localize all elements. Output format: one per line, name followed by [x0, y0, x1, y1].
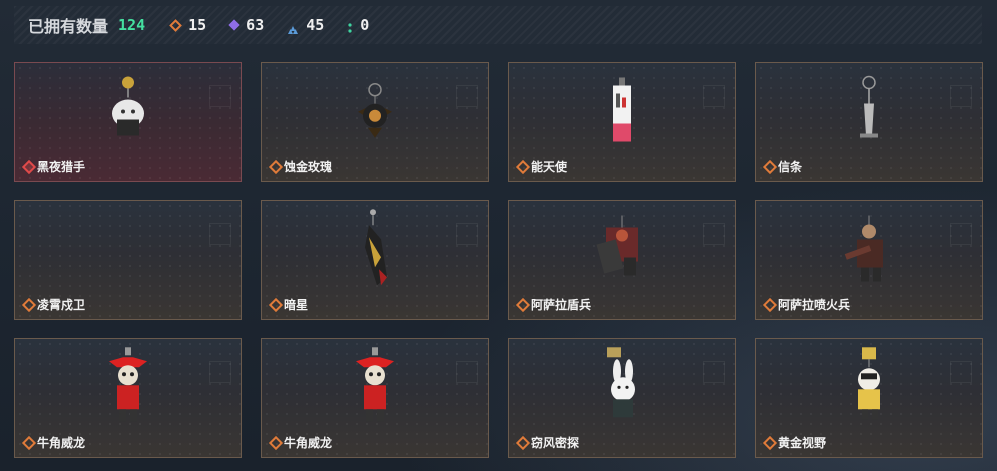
charm-card[interactable]: 黑夜猎手 [14, 62, 242, 182]
charm-name: 窃风密探 [531, 436, 580, 450]
charm-name: 暗星 [284, 298, 309, 312]
charm-image [597, 345, 647, 430]
card-decoration [456, 223, 478, 245]
charm-card[interactable]: 凌霄戍卫 [14, 200, 242, 320]
card-decoration [209, 361, 231, 383]
card-decoration [950, 361, 972, 383]
charm-image [350, 345, 400, 430]
green-dots-icon [348, 20, 352, 33]
charm-card[interactable]: 能天使 [508, 62, 736, 182]
charm-collection-page: 已拥有数量 124 15 63 45 0 黑夜猎手 蚀金玫瑰 能天使 信条凌霄戍卫 暗星… [0, 0, 997, 471]
charm-image [103, 76, 153, 151]
stat-green: 0 [348, 16, 369, 34]
charm-card[interactable]: 牛角威龙 [14, 338, 242, 458]
stat-green-value: 0 [360, 16, 370, 34]
charm-name: 能天使 [531, 160, 568, 174]
stat-purple: 63 [228, 16, 265, 34]
card-decoration [703, 223, 725, 245]
rarity-diamond-icon [515, 435, 531, 451]
charm-card[interactable]: 蚀金玫瑰 [261, 62, 489, 182]
stat-purple-value: 63 [246, 16, 265, 34]
card-decoration [456, 85, 478, 107]
charm-image [844, 345, 894, 430]
rarity-diamond-icon [268, 297, 284, 313]
rarity-diamond-icon [762, 435, 778, 451]
charm-name: 阿萨拉喷火兵 [778, 298, 851, 312]
orange-diamond-icon [169, 18, 182, 32]
charm-image [854, 75, 884, 151]
charm-name: 蚀金玫瑰 [284, 160, 333, 174]
charm-name: 黄金视野 [778, 436, 827, 450]
rarity-diamond-icon [515, 159, 531, 175]
charm-name: 阿萨拉盾兵 [531, 298, 592, 312]
charm-card[interactable]: 黄金视野 [755, 338, 983, 458]
card-decoration [950, 85, 972, 107]
card-decoration [456, 361, 478, 383]
owned-count-total: 124 [118, 16, 146, 34]
rarity-diamond-icon [21, 435, 37, 451]
rarity-diamond-icon [515, 297, 531, 313]
charm-name: 牛角威龙 [284, 436, 333, 450]
rarity-diamond-icon [21, 297, 37, 313]
card-decoration [703, 85, 725, 107]
stat-blue: 45 [288, 16, 324, 34]
charm-card[interactable]: 牛角威龙 [261, 338, 489, 458]
card-decoration [703, 361, 725, 383]
card-decoration [209, 85, 231, 107]
owned-count-label: 已拥有数量 [28, 19, 109, 36]
rarity-diamond-icon [21, 159, 37, 175]
charm-card[interactable]: 信条 [755, 62, 983, 182]
charm-card[interactable]: 窃风密探 [508, 338, 736, 458]
charm-image [607, 76, 637, 151]
charm-card[interactable]: 阿萨拉盾兵 [508, 200, 736, 320]
charm-image [355, 207, 395, 292]
stat-blue-value: 45 [306, 16, 325, 34]
card-decoration [950, 223, 972, 245]
rarity-diamond-icon [268, 159, 284, 175]
card-decoration [209, 223, 231, 245]
charm-name: 凌霄戍卫 [37, 298, 86, 312]
charm-name: 黑夜猎手 [37, 160, 86, 174]
rarity-diamond-icon [762, 159, 778, 175]
charm-card[interactable]: 暗星 [261, 200, 489, 320]
charm-image [592, 214, 652, 289]
blue-triangles-icon [288, 21, 299, 34]
purple-diamond-icon [228, 19, 240, 31]
charm-name: 信条 [778, 160, 803, 174]
stat-orange: 15 [169, 16, 207, 34]
charm-image [839, 214, 899, 289]
charm-image [103, 345, 153, 430]
charm-image [350, 82, 400, 147]
charm-card[interactable]: 阿萨拉喷火兵 [755, 200, 983, 320]
collection-stats-bar: 已拥有数量 124 15 63 45 0 [14, 6, 982, 44]
rarity-diamond-icon [762, 297, 778, 313]
rarity-diamond-icon [268, 435, 284, 451]
charm-name: 牛角威龙 [37, 436, 86, 450]
stat-orange-value: 15 [188, 16, 207, 34]
